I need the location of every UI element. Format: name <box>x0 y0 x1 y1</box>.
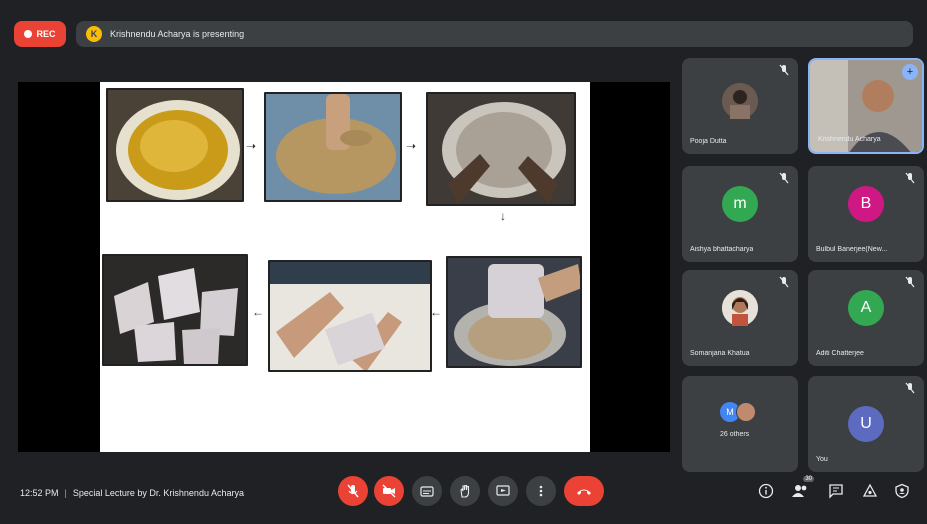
grain-mix-image <box>266 94 400 200</box>
meeting-title: Special Lecture by Dr. Krishnendu Achary… <box>72 488 244 498</box>
camera-toggle-button[interactable] <box>374 476 404 506</box>
captions-button[interactable] <box>412 476 442 506</box>
top-bar: REC K Krishnendu Acharya is presenting <box>14 20 913 48</box>
bottom-toolbar: 12:52 PM | Special Lecture by Dr. Krishn… <box>0 464 927 524</box>
participant-tile[interactable]: m Aishya bhattacharya <box>682 166 798 262</box>
avatar <box>722 83 758 120</box>
raise-hand-button[interactable] <box>450 476 480 506</box>
flow-arrow-right-1: ➝ <box>246 139 257 153</box>
slide-photo-hands-grain <box>426 92 576 206</box>
shield-icon <box>895 483 909 499</box>
meeting-details-button[interactable] <box>756 481 776 501</box>
avatar-initial: A <box>860 299 872 317</box>
recording-indicator[interactable]: REC <box>14 21 66 47</box>
participant-tile[interactable]: Somanjana Khatua <box>682 270 798 366</box>
separator: | <box>64 488 67 498</box>
rec-label: REC <box>36 29 56 39</box>
avatar: m <box>722 186 758 223</box>
hand-icon <box>460 484 470 498</box>
hang-up-icon <box>577 489 591 495</box>
people-button[interactable]: 30 <box>790 476 814 501</box>
people-icon <box>792 485 807 497</box>
participant-name: Krishnendu Acharya <box>818 136 881 143</box>
mic-toggle-button[interactable] <box>338 476 368 506</box>
avatar-initial: U <box>860 415 872 432</box>
participant-name: Somanjana Khatua <box>690 350 750 357</box>
participant-name: Aditi Chatterjee <box>816 350 864 357</box>
mic-off-icon <box>779 64 789 76</box>
leave-call-button[interactable] <box>564 476 604 506</box>
others-tile[interactable]: M 26 others <box>682 376 798 472</box>
mic-off-icon <box>905 172 915 184</box>
participant-tile-self[interactable]: U You <box>808 376 924 472</box>
present-screen-button[interactable] <box>488 476 518 506</box>
mic-off-icon <box>905 276 915 288</box>
more-options-button[interactable] <box>526 476 556 506</box>
more-vert-icon <box>539 485 543 497</box>
slide-photo-packets <box>102 254 248 366</box>
profile-photo-icon <box>722 290 758 327</box>
chat-icon <box>829 484 843 499</box>
packets-image <box>104 256 246 364</box>
sealing-bag-image <box>270 262 430 370</box>
mic-off-icon <box>779 276 789 288</box>
participant-tile[interactable]: A Aditi Chatterjee <box>808 270 924 366</box>
clock-time: 12:52 PM <box>20 488 59 498</box>
others-avatars: M <box>720 402 756 422</box>
flow-arrow-left-1: ← <box>430 305 442 319</box>
avatar <box>736 402 756 422</box>
pin-icon[interactable]: + <box>902 64 918 80</box>
profile-photo-icon <box>722 83 758 120</box>
presenting-banner: K Krishnendu Acharya is presenting <box>76 21 913 47</box>
present-icon <box>496 485 510 496</box>
mic-off-icon <box>905 382 915 394</box>
record-dot-icon <box>24 30 33 38</box>
participant-name: Aishya bhattacharya <box>690 246 754 253</box>
participant-name: Pooja Dutta <box>690 138 727 145</box>
others-count: 26 others <box>720 431 750 438</box>
presentation-slide: ➝ ➝ ↓ ← ← <box>100 82 590 452</box>
slide-photo-yellow-bowl <box>106 88 244 202</box>
flow-arrow-right-2: ➝ <box>406 139 417 153</box>
avatar-initial: B <box>860 195 872 213</box>
participant-name: Bulbul Banerjee(New... <box>816 246 888 253</box>
flow-arrow-down: ↓ <box>500 209 506 223</box>
avatar: A <box>848 290 884 327</box>
avatar-initial: m <box>733 195 747 213</box>
slide-photo-sealing-bag <box>268 260 432 372</box>
flow-arrow-left-2: ← <box>252 305 264 319</box>
activities-button[interactable] <box>860 481 880 501</box>
slide-photo-bag-filling <box>446 256 582 368</box>
participant-tile-active-speaker[interactable]: + Krishnendu Acharya <box>808 58 924 154</box>
slide-photo-grain-mix <box>264 92 402 202</box>
captions-icon <box>420 486 434 497</box>
mic-off-icon <box>347 484 359 498</box>
avatar <box>722 290 758 327</box>
yellow-bowl-image <box>108 90 242 200</box>
participant-tile[interactable]: B Bulbul Banerjee(New... <box>808 166 924 262</box>
people-count-badge: 30 <box>803 476 814 482</box>
mic-off-icon <box>779 172 789 184</box>
participant-name: You <box>816 456 828 463</box>
avatar: B <box>848 186 884 223</box>
presentation-stage: ➝ ➝ ↓ ← ← <box>18 82 670 452</box>
info-icon <box>758 483 774 499</box>
activities-icon <box>862 483 878 497</box>
meeting-info: 12:52 PM | Special Lecture by Dr. Krishn… <box>20 488 244 498</box>
avatar: U <box>848 406 884 442</box>
hands-grain-image <box>428 94 574 204</box>
presenter-avatar-icon: K <box>86 26 102 42</box>
chat-button[interactable] <box>826 481 846 501</box>
bag-filling-image <box>448 258 580 366</box>
presenting-text: Krishnendu Acharya is presenting <box>110 29 245 39</box>
participant-tile[interactable]: Pooja Dutta <box>682 58 798 154</box>
host-controls-button[interactable] <box>892 481 912 501</box>
camera-off-icon <box>382 484 396 498</box>
